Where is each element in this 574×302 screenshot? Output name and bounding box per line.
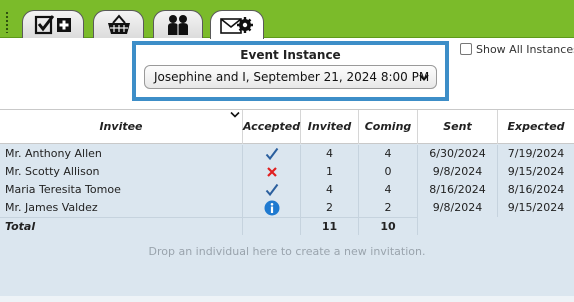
coming-count: 4 xyxy=(359,181,418,199)
invited-count: 1 xyxy=(301,163,359,181)
invited-count: 4 xyxy=(301,145,359,163)
invitee-name: Mr. James Valdez xyxy=(0,199,243,217)
chevron-down-icon xyxy=(419,74,429,82)
sent-date: 9/8/2024 xyxy=(418,199,498,217)
total-row: Total 11 10 xyxy=(0,217,574,235)
tab-checklist[interactable] xyxy=(22,10,84,38)
coming-count: 0 xyxy=(359,163,418,181)
invitee-name: Mr. Anthony Allen xyxy=(0,145,243,163)
invitee-name: Maria Teresita Tomoe xyxy=(0,181,243,199)
col-expected[interactable]: Expected xyxy=(498,110,574,144)
show-all-instances[interactable]: Show All Instances xyxy=(460,42,574,56)
invitations-grid: Invitee Accepted Invited Coming Sent Exp… xyxy=(0,109,574,302)
sent-date: 9/8/2024 xyxy=(418,163,498,181)
basket-icon xyxy=(107,13,130,34)
col-invitee[interactable]: Invitee xyxy=(0,110,243,144)
x-icon xyxy=(266,167,277,177)
event-instance-select[interactable]: Josephine and I, September 21, 2024 8:00… xyxy=(144,65,437,89)
check-icon xyxy=(265,183,278,197)
accepted-status xyxy=(243,199,301,217)
coming-count: 2 xyxy=(359,199,418,217)
sort-dropdown-icon[interactable] xyxy=(230,111,240,119)
tab-invitations[interactable] xyxy=(210,10,264,39)
grid-header: Invitee Accepted Invited Coming Sent Exp… xyxy=(0,109,574,144)
tab-bar xyxy=(0,0,574,39)
col-invited[interactable]: Invited xyxy=(301,110,359,144)
col-coming[interactable]: Coming xyxy=(359,110,418,144)
bottom-edge xyxy=(0,296,574,302)
total-label: Total xyxy=(0,217,243,235)
expected-date: 9/15/2024 xyxy=(507,165,565,178)
sent-date: 6/30/2024 xyxy=(418,145,498,163)
drop-zone-hint[interactable]: Drop an individual here to create a new … xyxy=(0,245,574,258)
check-icon xyxy=(265,147,278,161)
event-instance-value: Josephine and I, September 21, 2024 8:00… xyxy=(154,70,430,84)
accepted-status xyxy=(243,145,301,163)
checklist-add-icon xyxy=(34,14,71,34)
col-accepted[interactable]: Accepted xyxy=(243,110,301,144)
info-icon[interactable] xyxy=(264,200,280,216)
table-row[interactable]: Mr. Anthony Allen 4 4 6/30/2024 7/19/202… xyxy=(0,145,574,163)
expected-date: 8/16/2024 xyxy=(507,183,565,196)
people-icon xyxy=(168,14,188,35)
accepted-status xyxy=(243,181,301,199)
drag-grip[interactable] xyxy=(5,11,9,33)
total-accepted xyxy=(243,217,301,235)
envelope-gear-icon xyxy=(220,17,253,34)
table-row[interactable]: Maria Teresita Tomoe 4 4 8/16/2024 8/16/… xyxy=(0,181,574,199)
invited-count: 4 xyxy=(301,181,359,199)
table-row[interactable]: Mr. James Valdez 2 2 9/8/2024 9/15/2024 xyxy=(0,199,574,217)
show-all-checkbox[interactable] xyxy=(460,43,472,55)
invitee-name: Mr. Scotty Allison xyxy=(0,163,243,181)
total-invited: 11 xyxy=(301,217,359,235)
total-coming: 10 xyxy=(359,217,418,235)
accepted-status xyxy=(243,163,301,181)
expected-date: 9/15/2024 xyxy=(507,201,565,214)
expected-date: 7/19/2024 xyxy=(507,147,565,160)
tab-people[interactable] xyxy=(153,10,203,38)
tab-basket[interactable] xyxy=(93,10,144,38)
event-instance-panel: Event Instance Josephine and I, Septembe… xyxy=(132,41,449,101)
invited-count: 2 xyxy=(301,199,359,217)
show-all-label: Show All Instances xyxy=(476,42,574,56)
coming-count: 4 xyxy=(359,145,418,163)
table-row[interactable]: Mr. Scotty Allison 1 0 9/8/2024 9/15/202… xyxy=(0,163,574,181)
col-sent[interactable]: Sent xyxy=(418,110,498,144)
event-instance-label: Event Instance xyxy=(240,48,341,62)
sent-date: 8/16/2024 xyxy=(418,181,498,199)
